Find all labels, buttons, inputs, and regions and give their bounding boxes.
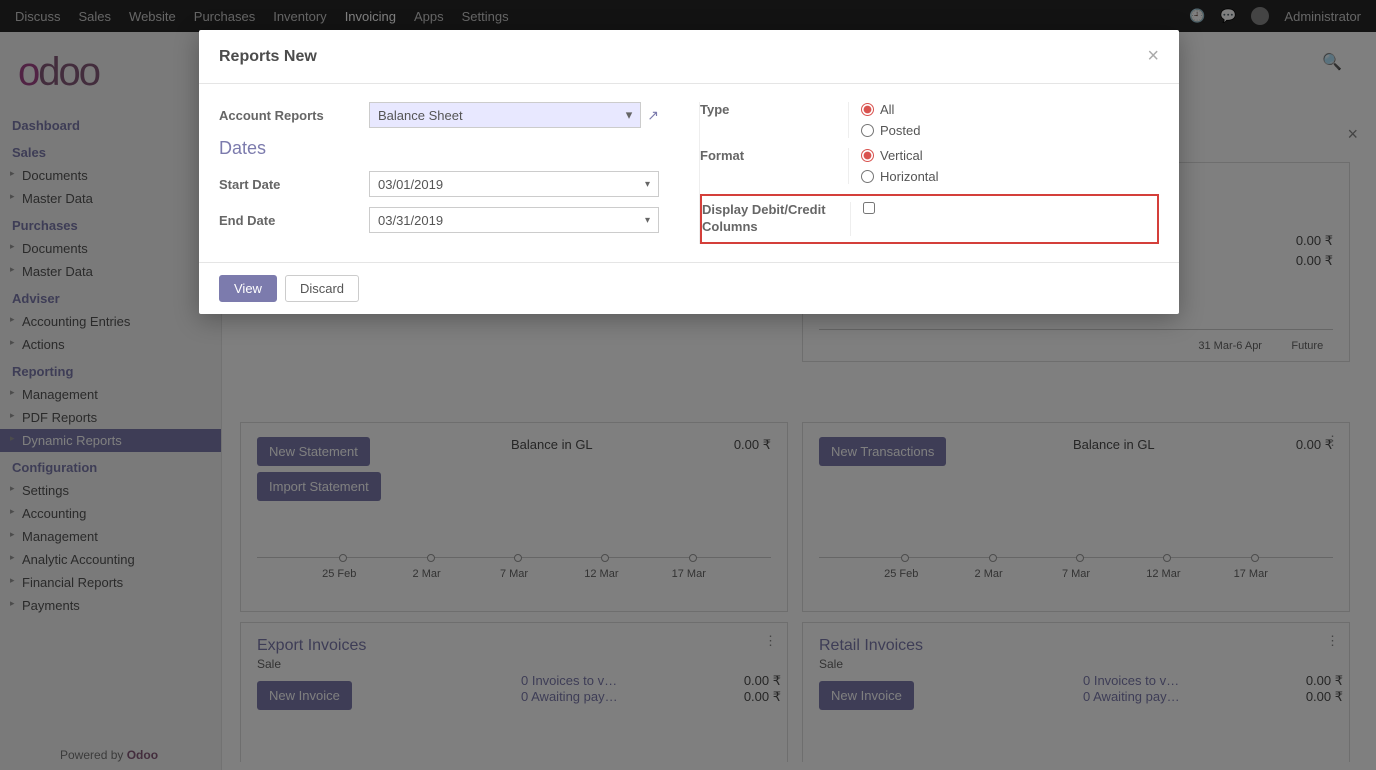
start-date-input[interactable]: 03/01/2019▾ — [369, 171, 659, 197]
account-reports-label: Account Reports — [219, 108, 369, 123]
close-icon[interactable]: × — [1147, 45, 1159, 68]
type-option-posted[interactable]: Posted — [861, 123, 920, 138]
type-radio-posted[interactable] — [861, 124, 874, 137]
dates-heading: Dates — [219, 138, 659, 159]
format-option-vertical[interactable]: Vertical — [861, 148, 939, 163]
format-label: Format — [700, 148, 848, 184]
chevron-down-icon: ▾ — [645, 179, 650, 190]
type-radio-all[interactable] — [861, 103, 874, 116]
display-dc-checkbox[interactable] — [863, 202, 875, 214]
reports-modal: Reports New × Account Reports Balance Sh… — [199, 30, 1179, 314]
end-date-label: End Date — [219, 213, 369, 228]
display-debit-credit-row: Display Debit/Credit Columns — [700, 194, 1159, 244]
modal-title: Reports New — [219, 48, 317, 66]
external-link-icon[interactable]: ↗ — [647, 107, 659, 124]
format-radio-horizontal[interactable] — [861, 170, 874, 183]
start-date-label: Start Date — [219, 177, 369, 192]
format-radio-vertical[interactable] — [861, 149, 874, 162]
chevron-down-icon: ▾ — [645, 215, 650, 226]
view-button[interactable]: View — [219, 275, 277, 302]
discard-button[interactable]: Discard — [285, 275, 359, 302]
end-date-input[interactable]: 03/31/2019▾ — [369, 207, 659, 233]
format-option-horizontal[interactable]: Horizontal — [861, 169, 939, 184]
chevron-down-icon: ▾ — [626, 107, 633, 123]
type-option-all[interactable]: All — [861, 102, 920, 117]
type-label: Type — [700, 102, 848, 138]
account-reports-select[interactable]: Balance Sheet▾ — [369, 102, 641, 128]
display-dc-label: Display Debit/Credit Columns — [702, 202, 850, 236]
